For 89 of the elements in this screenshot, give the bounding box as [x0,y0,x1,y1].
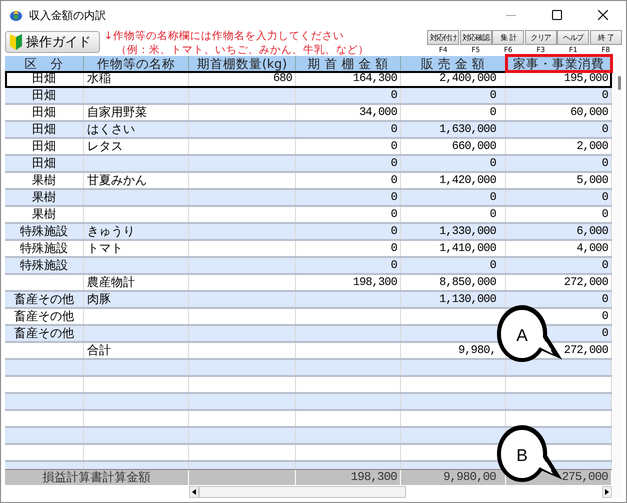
table-cell: 6,000 [576,225,608,238]
table-cell: 0 [390,140,397,153]
table-cell: 2,400,000 [439,72,496,85]
maximize-icon[interactable] [552,10,562,20]
instruction-text: ↓作物等の名称欄には作物名を入力してください [104,29,345,43]
table-cell: きゅうり [87,224,135,238]
table-cell: 自家用野菜 [87,105,147,119]
table-cell: 0 [390,208,397,221]
table-cell: 0 [490,106,496,119]
table-cell: 9,980,00 [443,470,496,484]
table-cell: レタス [87,139,123,153]
table-cell: 肉豚 [87,292,111,306]
table-cell: 1,130,000 [439,293,496,306]
table-cell: 0 [390,259,397,272]
table-cell: 275,000 [562,470,608,484]
table-cell: 特殊施設 [20,224,68,238]
beginner-mark-icon [10,34,22,50]
table-cell: 農産物計 [87,275,135,289]
table-cell: 0 [390,242,397,255]
table-cell: 1,330,000 [439,225,496,238]
table-cell: 甘夏みかん [87,173,147,187]
callout-label: B [516,446,528,465]
table-cell: 0 [602,191,608,204]
scrollbar-thumb[interactable] [199,486,406,498]
table-cell: 60,000 [570,106,608,119]
table-cell: 畜産その他 [14,309,74,323]
table-cell: 0 [602,293,608,306]
table-cell: 34,000 [359,106,397,119]
close-icon[interactable] [598,10,608,20]
table-cell: 1,410,000 [439,242,496,255]
table-cell: 0 [390,123,397,136]
table-cell: 0 [490,191,496,204]
table-cell: 9,980, [458,344,496,357]
table-cell: 果樹 [32,190,56,204]
table-cell: 田畑 [32,139,56,153]
table-cell: 0 [390,225,397,238]
table-cell: 畜産その他 [14,292,74,306]
table-cell: トマト [87,241,123,255]
table-cell: はくさい [87,122,135,136]
table-cell: 田畑 [32,105,56,119]
table-cell: 果樹 [32,173,56,187]
table-cell: 2,000 [576,140,608,153]
table-cell: 1,420,000 [439,174,496,187]
column-header: 家事・事業消費 [506,56,612,71]
table-cell: 0 [490,208,496,221]
table-cell: 田畑 [32,88,56,102]
app-icon [9,8,23,22]
scrollbar-thumb[interactable] [618,76,621,90]
table-cell: 4,000 [576,242,608,255]
table-cell: 0 [602,310,608,323]
table-cell: 272,000 [564,276,608,289]
guide-button[interactable]: 操作ガイド [5,31,100,53]
table-cell: 0 [490,157,496,170]
instruction-text: （例：米、トマト、いちご、みかん、牛乳、など） [115,43,369,57]
table-cell: 水稲 [87,71,111,85]
table-cell: 0 [390,174,397,187]
table-cell: 0 [390,157,397,170]
table-cell: 損益計算書計算金額 [42,470,150,484]
table-cell: 0 [602,89,608,102]
table-cell: 0 [490,89,496,102]
table-cell: 660,000 [452,140,496,153]
scroll-left-arrow[interactable] [189,486,199,498]
table-cell: 特殊施設 [20,241,68,255]
table-cell: 8,850,000 [439,276,496,289]
table-cell: 272,000 [564,344,608,357]
table-cell: 195,000 [564,72,608,85]
table-cell: 0 [602,259,608,272]
table-cell: 680 [273,72,292,85]
window-title: 収入金額の内訳 [29,8,107,22]
table-cell: 田畑 [32,156,56,170]
table-cell: 198,300 [352,276,397,289]
table-cell: 0 [602,123,608,136]
table-cell: 198,300 [350,470,397,484]
table-cell: 0 [602,157,608,170]
table-cell: 合計 [87,343,111,357]
table-cell: 0 [490,259,496,272]
table-cell: 1,630,000 [439,123,496,136]
table-cell: 畜産その他 [14,326,74,340]
table-cell: 特殊施設 [20,258,68,272]
table-cell: 0 [390,89,397,102]
table-cell: 果樹 [32,207,56,221]
table-cell: 5,000 [576,174,608,187]
table-cell: 0 [602,208,608,221]
table-cell: 田畑 [32,122,56,136]
table-cell: 0 [602,327,608,340]
callout-label: A [516,326,528,345]
table-cell: 164,300 [352,72,397,85]
scroll-right-arrow[interactable] [602,486,612,498]
table-cell: 0 [390,191,397,204]
